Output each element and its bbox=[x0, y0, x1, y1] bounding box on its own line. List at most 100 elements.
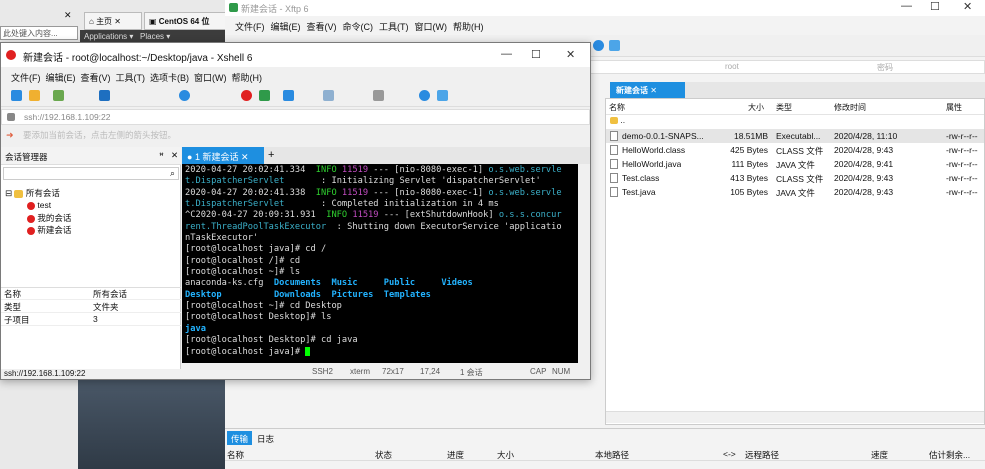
browser-address-input[interactable]: 此处键入内容... bbox=[0, 26, 78, 40]
chat-icon[interactable] bbox=[609, 40, 620, 51]
transfer-col[interactable]: 估计剩余... bbox=[929, 449, 970, 461]
terminal-cursor bbox=[305, 346, 311, 356]
minimize-button[interactable]: — bbox=[901, 0, 912, 12]
xshell-menu-item[interactable]: 选项卡(B) bbox=[150, 73, 189, 83]
col-size[interactable]: 大小 bbox=[748, 102, 764, 113]
tab-transfer[interactable]: 传输 bbox=[227, 431, 253, 445]
col-type[interactable]: 类型 bbox=[776, 102, 792, 113]
xshell-icon[interactable] bbox=[241, 90, 252, 101]
arrow-icon[interactable]: ➜ bbox=[6, 130, 14, 141]
xftp-menu-item[interactable]: 查看(V) bbox=[307, 22, 337, 32]
terminal-segment: Videos bbox=[441, 278, 473, 289]
parent-dir-label: .. bbox=[620, 115, 626, 125]
tab-centos[interactable]: ▣ CentOS 64 位 bbox=[144, 12, 228, 30]
fullscreen-icon[interactable] bbox=[283, 90, 294, 101]
col-attr[interactable]: 属性 bbox=[946, 102, 962, 113]
xshell-menu-item[interactable]: 文件(F) bbox=[11, 73, 41, 83]
gnome-places-menu[interactable]: Places bbox=[140, 32, 164, 41]
panel-close-icon[interactable]: ✕ bbox=[171, 150, 178, 161]
xftp-menu-item[interactable]: 编辑(E) bbox=[271, 22, 301, 32]
parent-dir-row[interactable]: .. bbox=[606, 115, 984, 129]
new-session-icon[interactable] bbox=[11, 90, 22, 101]
transfer-col[interactable]: 大小 bbox=[497, 449, 514, 461]
file-attr: -rw-r--r-- bbox=[946, 145, 978, 155]
transfer-col[interactable]: 远程路径 bbox=[745, 449, 779, 461]
session-search-input[interactable]: ⌕ bbox=[3, 167, 179, 180]
chat-icon[interactable] bbox=[437, 90, 448, 101]
terminal-line: 2020-04-27 20:02:41.338 INFO 11519 --- [… bbox=[185, 188, 575, 199]
connect-icon[interactable] bbox=[53, 90, 64, 101]
gnome-applications-menu[interactable]: Applications bbox=[84, 32, 127, 41]
xshell-menu-item[interactable]: 查看(V) bbox=[81, 73, 111, 83]
file-mtime: 2020/4/28, 9:43 bbox=[834, 145, 894, 155]
address-text: ssh://192.168.1.109:22 bbox=[24, 112, 111, 122]
xshell-menu-item[interactable]: 编辑(E) bbox=[46, 73, 76, 83]
xftp-icon[interactable] bbox=[259, 90, 270, 101]
session-icon bbox=[27, 214, 35, 223]
terminal-line: rent.ThreadPoolTaskExecutor : Shutting d… bbox=[185, 222, 575, 233]
xshell-minimize-button[interactable]: — bbox=[501, 48, 512, 60]
terminal-line: [root@localhost java]# bbox=[185, 346, 575, 358]
maximize-button[interactable]: ☐ bbox=[930, 0, 940, 13]
terminal-segment: INFO bbox=[315, 165, 337, 175]
file-row[interactable]: Test.java 105 Bytes JAVA 文件 2020/4/28, 9:43… bbox=[606, 185, 984, 199]
xshell-title: 新建会话 - root@localhost:~/Desktop/java - X… bbox=[23, 53, 253, 64]
transfer-col[interactable]: 状态 bbox=[375, 449, 392, 461]
transfer-col[interactable]: 名称 bbox=[227, 449, 244, 461]
file-row[interactable]: demo-0.0.1-SNAPS... 18.51MB Executabl... 20… bbox=[606, 129, 984, 143]
terminal-output[interactable]: 2020-04-27 20:02:41.334 INFO 11519 --- [… bbox=[182, 164, 578, 363]
terminal-segment: rent.ThreadPoolTaskExecutor bbox=[185, 221, 327, 232]
close-icon[interactable]: ✕ bbox=[64, 10, 72, 21]
help-icon[interactable] bbox=[593, 40, 604, 51]
xftp-menu-item[interactable]: 命令(C) bbox=[343, 22, 374, 32]
tab-remote-session[interactable]: 新建会话 ✕ bbox=[610, 82, 685, 98]
horizontal-scrollbar[interactable] bbox=[606, 411, 984, 423]
compose-icon[interactable] bbox=[373, 90, 384, 101]
file-row[interactable]: HelloWorld.java 111 Bytes JAVA 文件 2020/4/28… bbox=[606, 157, 984, 171]
tab-home[interactable]: ⌂ 主页 ✕ bbox=[84, 12, 142, 30]
file-type: JAVA 文件 bbox=[776, 188, 815, 198]
help-icon[interactable] bbox=[419, 90, 430, 101]
close-button[interactable]: ✕ bbox=[963, 0, 972, 13]
xshell-menu-item[interactable]: 工具(T) bbox=[116, 73, 146, 83]
xftp-menu-item[interactable]: 工具(T) bbox=[379, 22, 409, 32]
xftp-title: 新建会话 - Xftp 6 bbox=[241, 4, 309, 14]
transfer-col[interactable]: <-> bbox=[723, 449, 736, 459]
col-name[interactable]: 名称 bbox=[609, 102, 625, 113]
xshell-address-bar[interactable]: ssh://192.168.1.109:22 bbox=[1, 109, 590, 125]
tab-log[interactable]: 日志 bbox=[253, 431, 278, 445]
transfer-col[interactable]: 进度 bbox=[447, 449, 464, 461]
password-field[interactable]: 密码 bbox=[877, 62, 893, 73]
xshell-close-button[interactable]: ✕ bbox=[566, 48, 575, 61]
file-row[interactable]: HelloWorld.class 425 Bytes CLASS 文件 2020/4/… bbox=[606, 143, 984, 157]
xftp-menu-item[interactable]: 文件(F) bbox=[235, 22, 265, 32]
terminal-line: [root@localhost Desktop]# cd java bbox=[185, 335, 575, 346]
xftp-menu-item[interactable]: 帮助(H) bbox=[453, 22, 484, 32]
globe-icon[interactable] bbox=[179, 90, 190, 101]
hint-text: 要添加当前会话，点击左侧的箭头按钮。 bbox=[23, 130, 177, 140]
search-icon[interactable] bbox=[99, 90, 110, 101]
terminal-scrollbar[interactable] bbox=[578, 164, 590, 363]
tab-terminal-session[interactable]: ● 1 新建会话 ✕ bbox=[182, 147, 264, 164]
xftp-menu-item[interactable]: 窗口(W) bbox=[415, 22, 448, 32]
file-icon bbox=[610, 159, 618, 169]
transfer-col[interactable]: 本地路径 bbox=[595, 449, 629, 461]
tree-item-test[interactable]: test bbox=[27, 200, 51, 210]
file-row[interactable]: Test.class 413 Bytes CLASS 文件 2020/4/28, 9:… bbox=[606, 171, 984, 185]
lock-icon[interactable] bbox=[323, 90, 334, 101]
prop-key: 类型 bbox=[4, 302, 22, 312]
tree-item-new-session[interactable]: 新建会话 bbox=[27, 224, 71, 236]
tree-root-all-sessions[interactable]: ⊟ 所有会话 bbox=[5, 187, 60, 199]
xshell-menu-item[interactable]: 窗口(W) bbox=[194, 73, 227, 83]
pin-icon[interactable]: ꟸ bbox=[159, 151, 164, 162]
col-mtime[interactable]: 修改时间 bbox=[834, 102, 866, 113]
xftp-logo-icon bbox=[229, 3, 238, 12]
add-tab-icon[interactable]: + bbox=[268, 149, 274, 161]
xshell-menu-item[interactable]: 帮助(H) bbox=[232, 73, 263, 83]
user-field[interactable]: root bbox=[725, 62, 739, 71]
open-folder-icon[interactable] bbox=[29, 90, 40, 101]
prop-value: 文件夹 bbox=[93, 302, 119, 312]
tree-item-my-sessions[interactable]: 我的会话 bbox=[27, 212, 71, 224]
xshell-maximize-button[interactable]: ☐ bbox=[531, 48, 541, 61]
transfer-col[interactable]: 速度 bbox=[871, 449, 888, 461]
